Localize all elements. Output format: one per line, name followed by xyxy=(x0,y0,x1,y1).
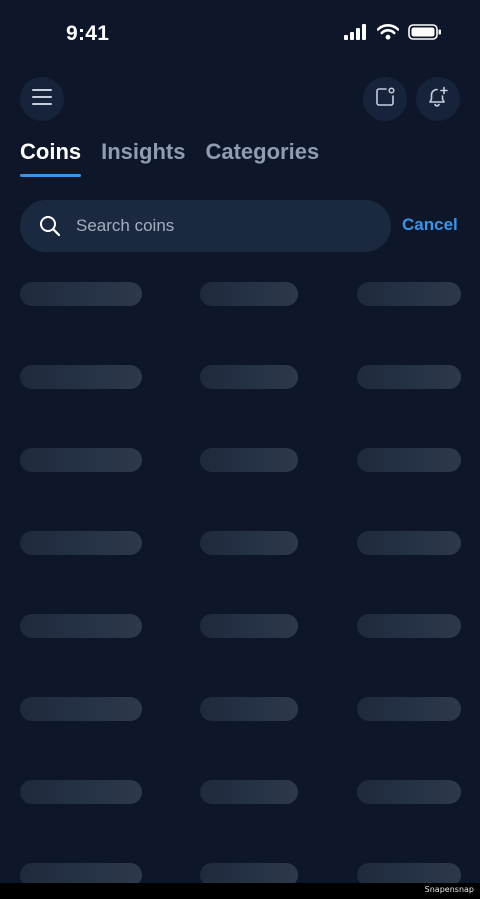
skeleton-cell xyxy=(357,531,461,555)
bell-plus-icon xyxy=(427,86,449,113)
skeleton-cell xyxy=(200,697,298,721)
search-input[interactable] xyxy=(74,215,358,237)
skeleton-cell xyxy=(20,448,142,472)
tab-bar: Coins Insights Categories xyxy=(20,139,319,177)
skeleton-cell xyxy=(20,365,142,389)
skeleton-cell xyxy=(357,697,461,721)
skeleton-cell xyxy=(200,614,298,638)
watermark: Snapensnap xyxy=(424,885,474,894)
skeleton-cell xyxy=(200,448,298,472)
search-icon xyxy=(38,214,62,238)
skeleton-row xyxy=(0,282,480,306)
skeleton-cell xyxy=(357,780,461,804)
tab-categories[interactable]: Categories xyxy=(205,139,319,177)
skeleton-row xyxy=(0,614,480,638)
add-alert-button[interactable] xyxy=(416,77,460,121)
bottom-bar: Snapensnap xyxy=(0,883,480,899)
tab-insights[interactable]: Insights xyxy=(101,139,185,177)
skeleton-cell xyxy=(200,531,298,555)
skeleton-cell xyxy=(20,697,142,721)
skeleton-cell xyxy=(20,780,142,804)
coins-search-screen: 9:41 Coins Insights Categories Search co… xyxy=(0,0,480,899)
note-badge-icon xyxy=(374,86,396,113)
skeleton-cell xyxy=(20,282,142,306)
cellular-signal-icon xyxy=(344,24,368,45)
skeleton-cell xyxy=(20,531,142,555)
skeleton-row xyxy=(0,531,480,555)
cancel-button[interactable]: Cancel xyxy=(402,215,458,235)
skeleton-row xyxy=(0,448,480,472)
skeleton-cell xyxy=(357,614,461,638)
skeleton-cell xyxy=(357,282,461,306)
status-time: 9:41 xyxy=(66,22,110,45)
skeleton-cell xyxy=(200,282,298,306)
skeleton-cell xyxy=(357,365,461,389)
notes-button[interactable] xyxy=(363,77,407,121)
tab-coins[interactable]: Coins xyxy=(20,139,82,177)
skeleton-row xyxy=(0,365,480,389)
status-bar: 9:41 xyxy=(0,0,480,70)
search-box[interactable] xyxy=(20,200,391,252)
skeleton-cell xyxy=(200,780,298,804)
skeleton-cell xyxy=(200,365,298,389)
hamburger-menu-icon xyxy=(32,88,52,110)
battery-icon xyxy=(408,24,442,45)
menu-button[interactable] xyxy=(20,77,64,121)
status-icons xyxy=(344,24,442,45)
skeleton-cell xyxy=(20,614,142,638)
skeleton-row xyxy=(0,697,480,721)
wifi-icon xyxy=(376,24,400,45)
skeleton-cell xyxy=(357,448,461,472)
skeleton-row xyxy=(0,780,480,804)
